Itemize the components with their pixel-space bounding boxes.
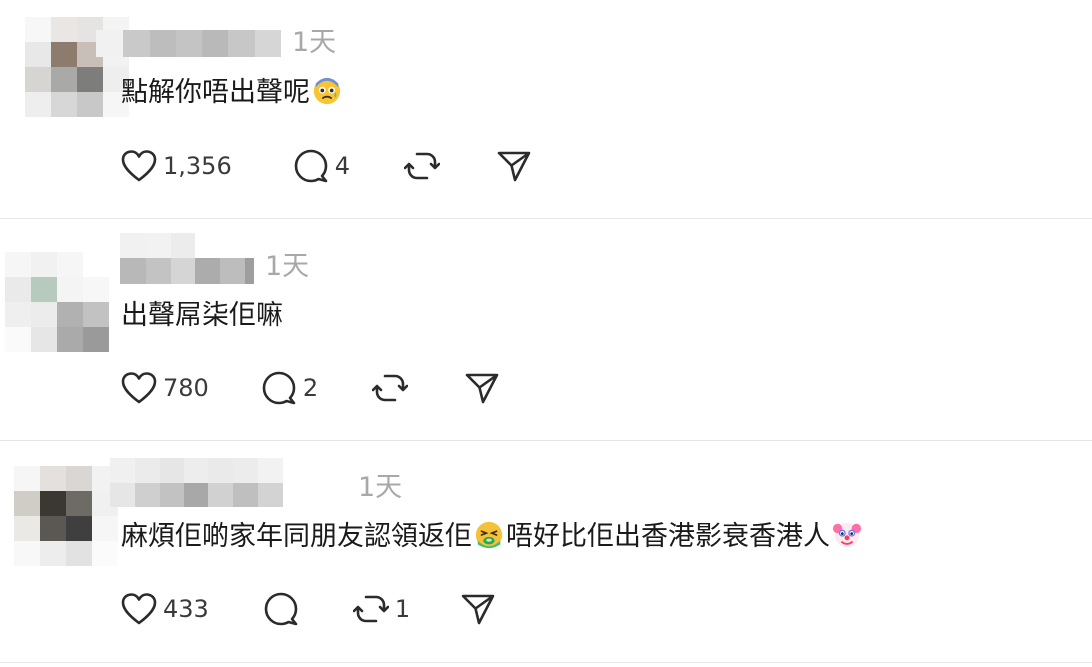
post-time: 1天 <box>265 251 310 282</box>
reply-button[interactable]: 4 <box>293 148 350 184</box>
comment-text: 點解你唔出聲呢 <box>121 76 344 110</box>
comment-bubble-icon <box>262 371 296 405</box>
send-icon <box>497 151 531 182</box>
comment-post: 1天 點解你唔出聲呢 1,356 4 <box>0 0 1092 219</box>
reply-button[interactable] <box>263 591 305 627</box>
username[interactable] <box>120 233 219 258</box>
heart-icon <box>121 593 157 625</box>
username-line <box>120 258 254 284</box>
reply-count: 4 <box>334 152 350 180</box>
like-count: 780 <box>163 374 209 402</box>
action-bar: 1,356 4 <box>121 146 532 186</box>
comment-bubble-icon <box>294 149 328 183</box>
username-line <box>110 483 283 507</box>
username[interactable] <box>96 30 281 57</box>
nauseated-face-emoji <box>475 521 503 549</box>
share-button[interactable] <box>464 370 500 406</box>
comment-text-body: 點解你唔出聲呢 <box>121 77 310 108</box>
like-button[interactable]: 433 <box>121 592 209 626</box>
comment-text: 麻煩佢啲家年同朋友認領返佢 唔好比佢出香港影衰香港人 <box>121 520 864 554</box>
send-icon <box>465 373 499 404</box>
action-bar: 433 1 <box>121 589 496 629</box>
share-button[interactable] <box>460 591 496 627</box>
comment-text-part2: 唔好比佢出香港影衰香港人 <box>506 521 830 552</box>
comment-bubble-icon <box>264 592 298 626</box>
like-button[interactable]: 780 <box>121 371 209 405</box>
username[interactable] <box>110 458 283 483</box>
post-time: 1天 <box>292 27 337 58</box>
repost-button[interactable]: 1 <box>352 591 411 627</box>
share-button[interactable] <box>496 148 532 184</box>
repost-button[interactable] <box>372 370 414 406</box>
comment-post: 1天 出聲屌柒佢嘛 780 2 <box>0 219 1092 441</box>
avatar[interactable] <box>5 252 109 352</box>
repost-icon <box>372 374 409 402</box>
like-button[interactable]: 1,356 <box>121 149 232 183</box>
heart-icon <box>121 150 157 182</box>
repost-count: 1 <box>394 595 411 623</box>
like-count: 433 <box>163 595 209 623</box>
like-count: 1,356 <box>163 152 232 180</box>
comment-post: 1天 麻煩佢啲家年同朋友認領返佢 唔好比佢出香港影衰香港人 433 1 <box>0 441 1092 663</box>
repost-icon <box>352 595 389 623</box>
avatar[interactable] <box>14 466 118 566</box>
anxious-face-emoji <box>313 77 341 105</box>
post-time: 1天 <box>358 472 403 503</box>
reply-button[interactable]: 2 <box>261 370 318 406</box>
comment-text: 出聲屌柒佢嘛 <box>121 300 283 331</box>
reply-count: 2 <box>302 374 319 402</box>
send-icon <box>461 594 495 625</box>
action-bar: 780 2 <box>121 368 500 408</box>
clown-face-emoji <box>832 522 862 548</box>
repost-button[interactable] <box>404 148 446 184</box>
repost-icon <box>404 152 440 180</box>
comment-text-part1: 麻煩佢啲家年同朋友認領返佢 <box>121 521 472 552</box>
heart-icon <box>121 372 157 404</box>
